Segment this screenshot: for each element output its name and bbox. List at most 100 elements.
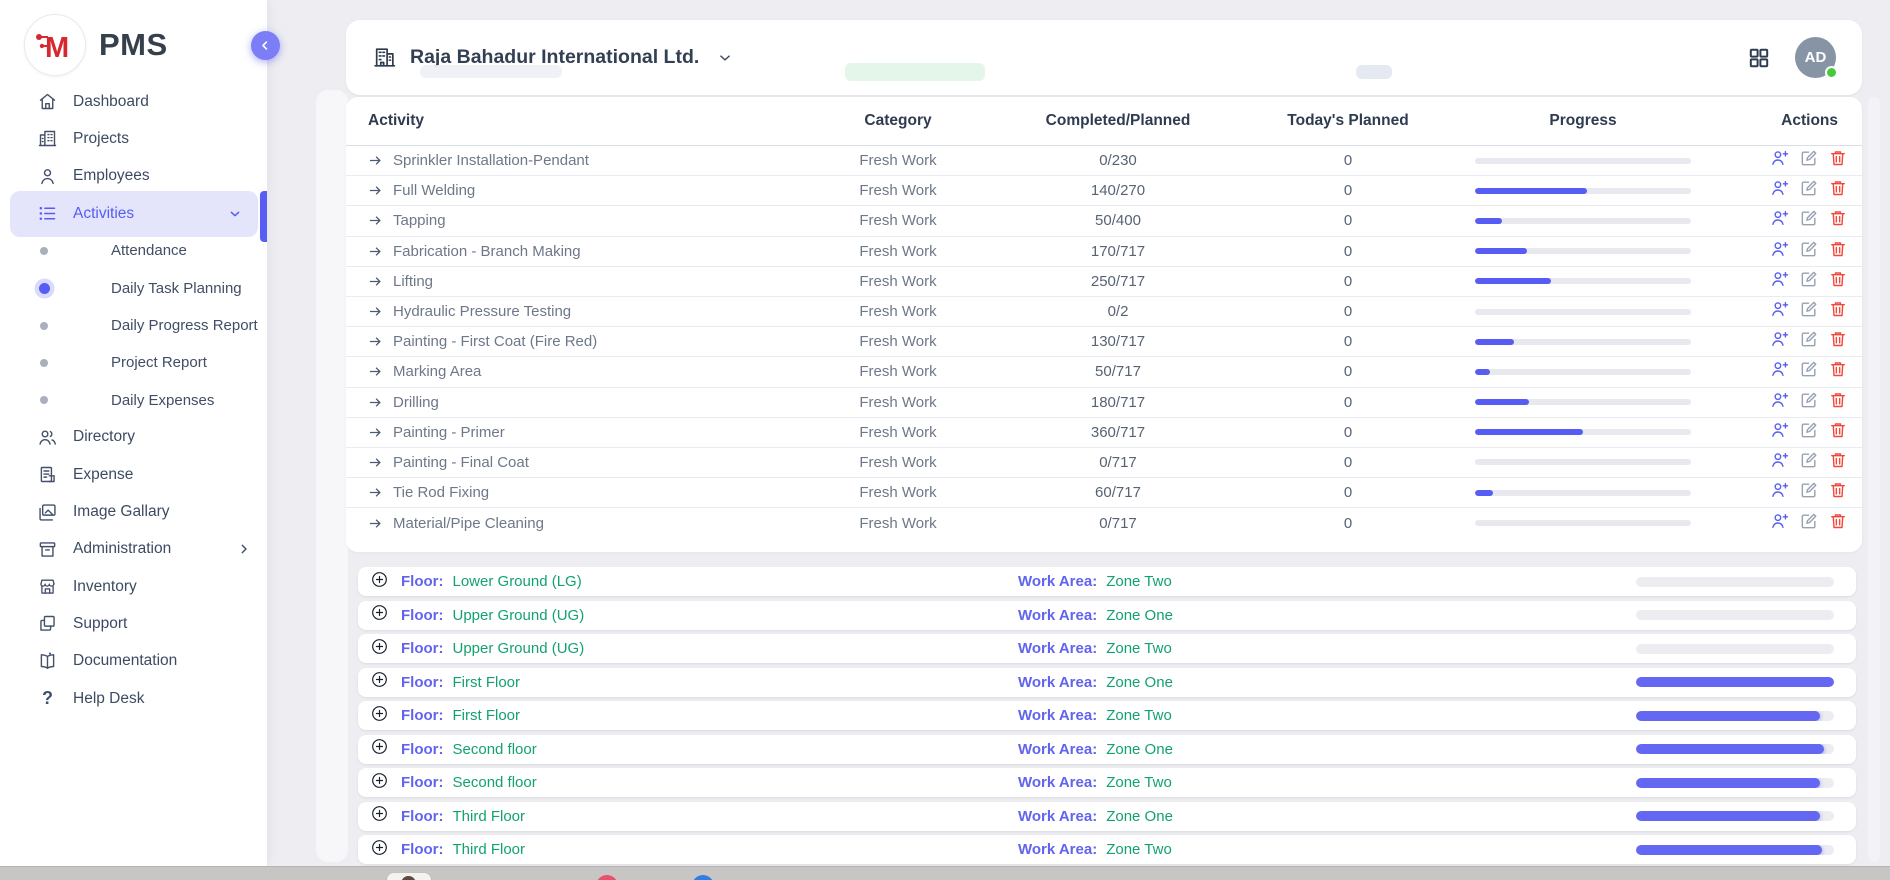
floor-row[interactable]: Floor:Upper Ground (UG)Work Area:Zone On…	[358, 601, 1856, 630]
floor-row[interactable]: Floor:Third FloorWork Area:Zone One	[358, 802, 1856, 831]
edit-button[interactable]	[1799, 420, 1819, 445]
assign-user-button[interactable]	[1770, 148, 1790, 173]
taskbar-app-tile[interactable]	[387, 873, 431, 880]
edit-button[interactable]	[1799, 269, 1819, 294]
activity-row[interactable]: Marking AreaFresh Work50/7170	[346, 357, 1862, 387]
chevron-down-icon	[227, 206, 243, 222]
assign-user-button[interactable]	[1770, 359, 1790, 384]
sidebar-item-documentation[interactable]: Documentation	[0, 643, 267, 680]
sidebar-item-directory[interactable]: Directory	[0, 419, 267, 456]
assign-user-button[interactable]	[1770, 420, 1790, 445]
delete-button[interactable]	[1828, 390, 1848, 415]
floor-row[interactable]: Floor:Second floorWork Area:Zone Two	[358, 768, 1856, 797]
assign-user-button[interactable]	[1770, 239, 1790, 264]
expand-button[interactable]	[370, 637, 389, 661]
scrollbar-gutter[interactable]	[1868, 97, 1880, 862]
expand-button[interactable]	[370, 570, 389, 594]
taskbar-red-app-icon[interactable]	[596, 875, 618, 880]
delete-button[interactable]	[1828, 148, 1848, 173]
floor-row[interactable]: Floor:Lower Ground (LG)Work Area:Zone Tw…	[358, 567, 1856, 596]
floor-row[interactable]: Floor:Third FloorWork Area:Zone Two	[358, 835, 1856, 864]
assign-user-button[interactable]	[1770, 480, 1790, 505]
activity-row[interactable]: LiftingFresh Work250/7170	[346, 267, 1862, 297]
delete-button[interactable]	[1828, 480, 1848, 505]
expand-button[interactable]	[370, 771, 389, 795]
sidebar-item-employees[interactable]: Employees	[0, 158, 267, 195]
delete-button[interactable]	[1828, 450, 1848, 475]
edit-button[interactable]	[1799, 480, 1819, 505]
edit-button[interactable]	[1799, 148, 1819, 173]
sidebar-subitem-daily-expenses[interactable]: Daily Expenses	[0, 381, 267, 418]
delete-button[interactable]	[1828, 420, 1848, 445]
sidebar-subitem-project-report[interactable]: Project Report	[0, 344, 267, 381]
floor-value: Lower Ground (LG)	[453, 573, 582, 590]
sidebar-item-administration[interactable]: Administration	[0, 531, 267, 568]
expand-button[interactable]	[370, 838, 389, 862]
activity-row[interactable]: DrillingFresh Work180/7170	[346, 388, 1862, 418]
trash-icon	[1828, 148, 1848, 173]
floor-row[interactable]: Floor:Second floorWork Area:Zone One	[358, 735, 1856, 764]
assign-user-button[interactable]	[1770, 390, 1790, 415]
activity-row[interactable]: TappingFresh Work50/4000	[346, 206, 1862, 236]
assign-user-button[interactable]	[1770, 299, 1790, 324]
activity-row[interactable]: Tie Rod FixingFresh Work60/7170	[346, 478, 1862, 508]
sidebar-subitem-attendance[interactable]: Attendance	[0, 232, 267, 269]
apps-grid-button[interactable]	[1747, 46, 1771, 70]
activity-row[interactable]: Painting - First Coat (Fire Red)Fresh Wo…	[346, 327, 1862, 357]
sidebar-item-support[interactable]: Support	[0, 605, 267, 642]
sidebar-item-image-gallary[interactable]: Image Gallary	[0, 493, 267, 530]
activity-row[interactable]: Sprinkler Installation-PendantFresh Work…	[346, 146, 1862, 176]
activity-row[interactable]: Painting - Final CoatFresh Work0/7170	[346, 448, 1862, 478]
delete-button[interactable]	[1828, 359, 1848, 384]
expand-button[interactable]	[370, 804, 389, 828]
delete-button[interactable]	[1828, 511, 1848, 536]
expand-button[interactable]	[370, 737, 389, 761]
edit-button[interactable]	[1799, 329, 1819, 354]
sidebar-item-help-desk[interactable]: ?Help Desk	[0, 680, 267, 717]
edit-button[interactable]	[1799, 239, 1819, 264]
delete-button[interactable]	[1828, 239, 1848, 264]
activity-cell: Painting - Primer	[368, 424, 788, 441]
expand-button[interactable]	[370, 670, 389, 694]
edit-button[interactable]	[1799, 208, 1819, 233]
sidebar-collapse-button[interactable]	[251, 31, 280, 60]
activity-row[interactable]: Hydraulic Pressure TestingFresh Work0/20	[346, 297, 1862, 327]
activity-row[interactable]: Painting - PrimerFresh Work360/7170	[346, 418, 1862, 448]
assign-user-button[interactable]	[1770, 450, 1790, 475]
assign-user-button[interactable]	[1770, 511, 1790, 536]
activity-row[interactable]: Material/Pipe CleaningFresh Work0/7170	[346, 508, 1862, 538]
activity-row[interactable]: Fabrication - Branch MakingFresh Work170…	[346, 237, 1862, 267]
edit-button[interactable]	[1799, 299, 1819, 324]
delete-button[interactable]	[1828, 178, 1848, 203]
delete-button[interactable]	[1828, 329, 1848, 354]
edit-button[interactable]	[1799, 450, 1819, 475]
assign-user-button[interactable]	[1770, 269, 1790, 294]
delete-button[interactable]	[1828, 299, 1848, 324]
edit-button[interactable]	[1799, 178, 1819, 203]
user-avatar[interactable]: AD	[1795, 37, 1836, 78]
sidebar-subitem-daily-task-planning[interactable]: Daily Task Planning	[0, 270, 267, 307]
edit-button[interactable]	[1799, 511, 1819, 536]
sidebar-item-dashboard[interactable]: Dashboard	[0, 83, 267, 120]
floor-row[interactable]: Floor:Upper Ground (UG)Work Area:Zone Tw…	[358, 634, 1856, 663]
sidebar-item-projects[interactable]: Projects	[0, 120, 267, 157]
delete-button[interactable]	[1828, 269, 1848, 294]
sidebar-item-expense[interactable]: Expense	[0, 456, 267, 493]
activity-row[interactable]: Full WeldingFresh Work140/2700	[346, 176, 1862, 206]
edit-button[interactable]	[1799, 390, 1819, 415]
category-cell: Fresh Work	[788, 212, 1008, 229]
expand-button[interactable]	[370, 603, 389, 627]
sidebar-subitem-daily-progress-report[interactable]: Daily Progress Report	[0, 307, 267, 344]
expand-button[interactable]	[370, 704, 389, 728]
sidebar-item-activities[interactable]: Activities	[10, 191, 258, 237]
edit-button[interactable]	[1799, 359, 1819, 384]
assign-user-button[interactable]	[1770, 329, 1790, 354]
assign-user-button[interactable]	[1770, 178, 1790, 203]
assign-user-button[interactable]	[1770, 208, 1790, 233]
taskbar-blue-app-icon[interactable]	[692, 875, 714, 880]
delete-button[interactable]	[1828, 208, 1848, 233]
floor-row[interactable]: Floor:First FloorWork Area:Zone Two	[358, 701, 1856, 730]
work-area-value: Zone Two	[1106, 573, 1172, 590]
floor-row[interactable]: Floor:First FloorWork Area:Zone One	[358, 668, 1856, 697]
sidebar-item-inventory[interactable]: Inventory	[0, 568, 267, 605]
